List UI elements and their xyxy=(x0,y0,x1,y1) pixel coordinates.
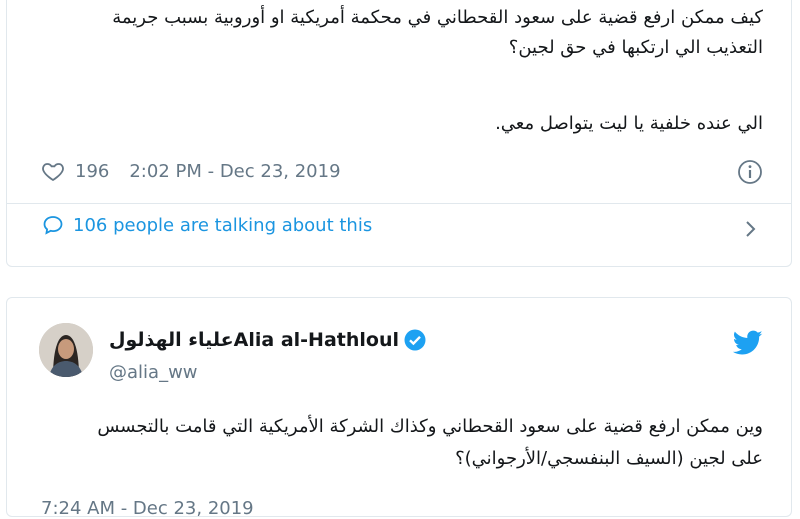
tweet-text-line: الي عنده خلفية يا ليت يتواصل معي. xyxy=(495,113,763,134)
divider xyxy=(7,203,791,204)
tweet-text-line: كيف ممكن ارفع قضية على سعود القحطاني في … xyxy=(112,7,763,28)
reply-bubble-icon xyxy=(43,216,63,235)
twitter-bird-icon[interactable] xyxy=(733,330,763,356)
info-icon[interactable] xyxy=(737,159,763,185)
tweet-card-2: علياء الهذلول Alia al-Hathloul @alia_ww … xyxy=(6,297,792,519)
like-count[interactable]: 196 xyxy=(75,161,109,182)
tweet-text-line: التعذيب الي ارتكبها في حق لجين؟ xyxy=(508,37,763,58)
conversation-link[interactable]: 106 people are talking about this xyxy=(41,213,372,237)
tweet-timestamp[interactable]: 2:02 PM - Dec 23, 2019 xyxy=(129,161,340,182)
author-name[interactable]: علياء الهذلول Alia al-Hathloul xyxy=(109,328,427,352)
chevron-right-icon[interactable] xyxy=(743,219,759,239)
verified-badge-icon xyxy=(404,329,426,351)
display-name-arabic[interactable]: علياء الهذلول xyxy=(109,329,234,351)
tweet-text-line: على لجين (السيف البنفسجي/الأرجواني)؟ xyxy=(455,448,763,469)
avatar[interactable] xyxy=(39,323,93,377)
tweet-meta: 196 2:02 PM - Dec 23, 2019 xyxy=(41,159,341,183)
display-name-english[interactable]: Alia al-Hathloul xyxy=(234,329,399,351)
tweet-timestamp-partial[interactable]: 7:24 AM - Dec 23, 2019 xyxy=(41,498,254,519)
tweet-card-1: كيف ممكن ارفع قضية على سعود القحطاني في … xyxy=(6,0,792,267)
heart-icon[interactable] xyxy=(41,159,65,183)
tweet-text-line: وين ممكن ارفع قضية على سعود القحطاني وكذ… xyxy=(97,416,763,437)
conversation-text[interactable]: 106 people are talking about this xyxy=(73,215,372,236)
avatar-image xyxy=(39,323,93,377)
author-handle[interactable]: @alia_ww xyxy=(109,362,198,383)
